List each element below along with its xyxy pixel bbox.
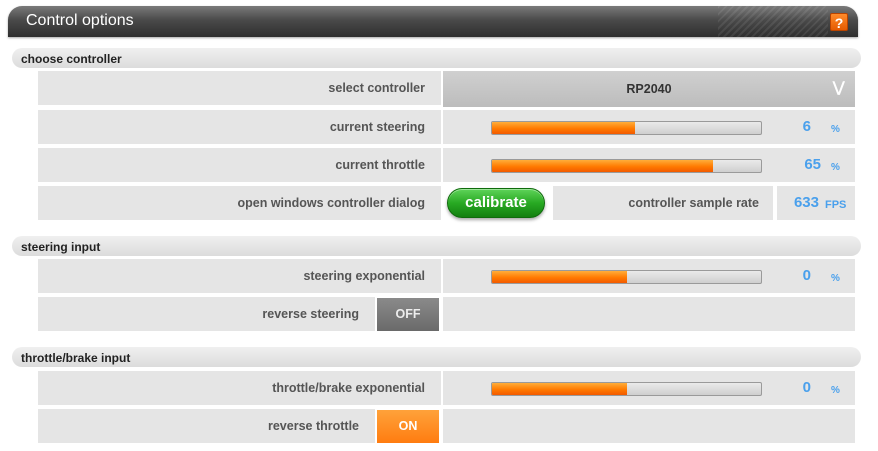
reverse-throttle-label: reverse throttle <box>38 409 375 443</box>
throttle-exponential-value: 0 <box>802 379 811 396</box>
steering-exponential-fill <box>492 271 627 283</box>
reverse-steering-toggle[interactable]: OFF <box>377 298 439 331</box>
throttle-exponential-unit: % <box>831 385 840 396</box>
throttle-exponential-control: 0 % <box>443 371 855 405</box>
select-controller-row: select controller RP2040 ⋁ <box>38 71 855 107</box>
controller-dialog-row: open windows controller dialog calibrate… <box>38 186 855 220</box>
section-header-throttle-input: throttle/brake input <box>12 347 861 367</box>
controller-select[interactable]: RP2040 ⋁ <box>443 71 855 107</box>
reverse-steering-row: reverse steering OFF <box>38 297 855 331</box>
sample-rate-value: 633 <box>793 194 819 211</box>
reverse-steering-label: reverse steering <box>38 297 375 331</box>
calibrate-button[interactable]: calibrate <box>447 188 545 218</box>
current-steering-value: 6 <box>802 118 811 135</box>
section-header-steering-input: steering input <box>12 236 861 256</box>
current-steering-fill <box>492 122 635 134</box>
select-controller-label: select controller <box>38 71 441 105</box>
steering-exponential-value: 0 <box>802 267 811 284</box>
reverse-throttle-spacer <box>443 409 855 443</box>
sample-rate-unit: FPS <box>825 199 847 211</box>
current-steering-control: 6 % <box>443 110 855 144</box>
reverse-steering-spacer <box>443 297 855 331</box>
current-throttle-control: 65 % <box>443 148 855 182</box>
controller-dialog-label: open windows controller dialog <box>38 186 441 220</box>
current-throttle-fill <box>492 160 713 172</box>
reverse-throttle-toggle[interactable]: ON <box>377 410 439 443</box>
current-throttle-value: 65 <box>804 156 821 173</box>
window-title: Control options <box>26 12 134 29</box>
current-throttle-unit: % <box>831 162 840 173</box>
current-steering-unit: % <box>831 124 840 135</box>
throttle-exponential-row: throttle/brake exponential 0 % <box>38 371 855 405</box>
steering-exponential-slider[interactable] <box>491 270 762 284</box>
window-titlebar: Control options ? <box>8 6 858 37</box>
throttle-exponential-slider[interactable] <box>491 382 762 396</box>
steering-exponential-row: steering exponential 0 % <box>38 259 855 293</box>
current-steering-row: current steering 6 % <box>38 110 855 144</box>
sample-rate-display: 633 FPS <box>777 186 855 220</box>
section-header-choose-controller: choose controller <box>12 48 861 68</box>
double-chevron-down-icon: ⋁ <box>832 79 845 96</box>
throttle-exponential-fill <box>492 383 627 395</box>
steering-exponential-control: 0 % <box>443 259 855 293</box>
steering-exponential-unit: % <box>831 273 840 284</box>
current-throttle-row: current throttle 65 % <box>38 148 855 182</box>
controller-select-value: RP2040 <box>626 82 672 96</box>
reverse-throttle-row: reverse throttle ON <box>38 409 855 443</box>
current-steering-label: current steering <box>38 110 441 144</box>
current-throttle-bar <box>491 159 762 173</box>
help-icon[interactable]: ? <box>830 13 848 31</box>
current-throttle-label: current throttle <box>38 148 441 182</box>
throttle-exponential-label: throttle/brake exponential <box>38 371 441 405</box>
current-steering-bar <box>491 121 762 135</box>
sample-rate-label: controller sample rate <box>553 186 773 220</box>
titlebar-decoration <box>718 6 828 37</box>
steering-exponential-label: steering exponential <box>38 259 441 293</box>
